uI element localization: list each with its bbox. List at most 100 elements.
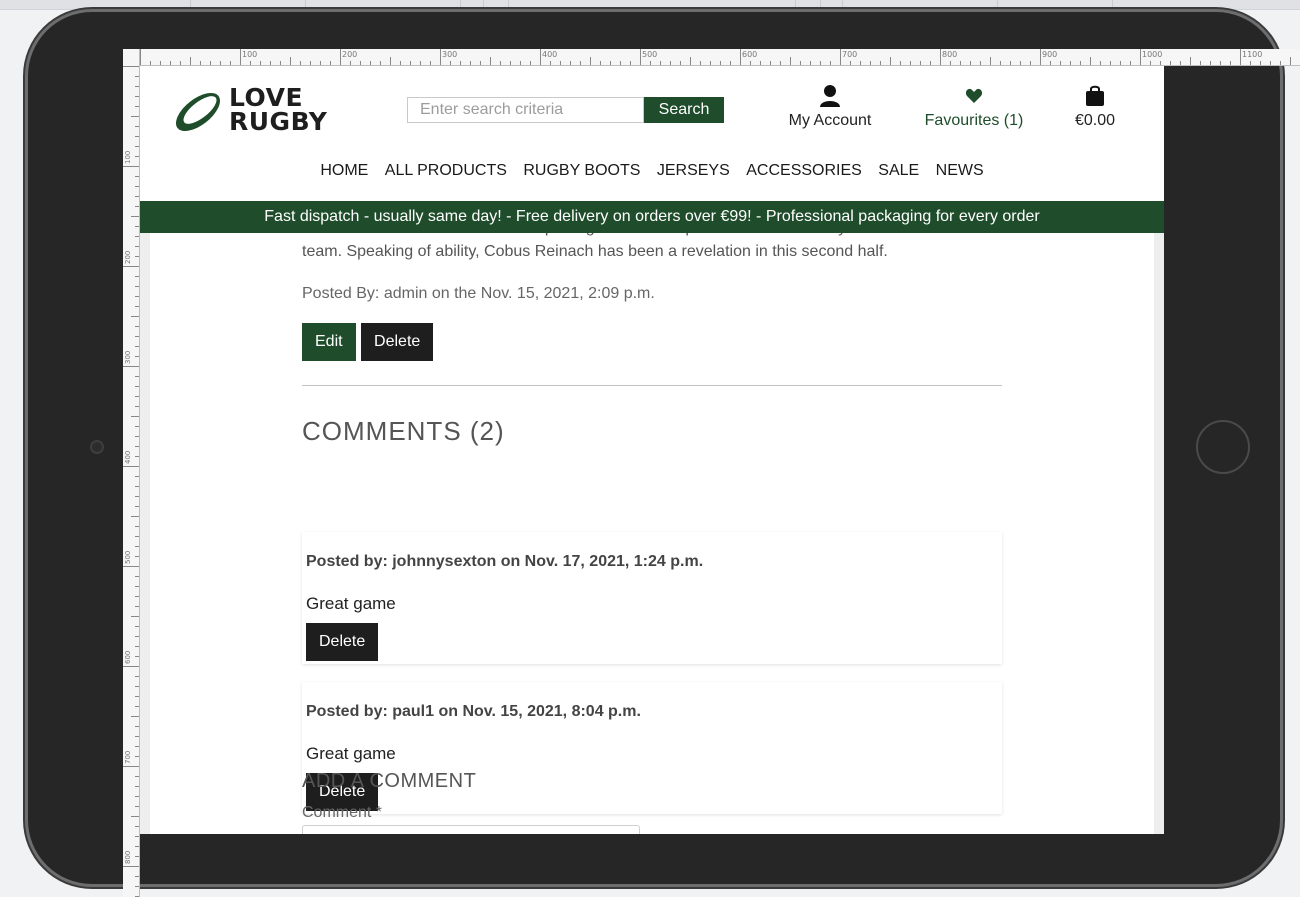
ruler-tick [990,57,991,65]
ruler-tick [135,76,139,77]
ruler-tick [135,106,139,107]
ruler-tick [123,366,139,367]
ruler-tick [135,396,139,397]
ruler-tick [310,61,311,65]
ruler-tick [135,206,139,207]
ruler-tick [131,816,139,817]
gutter-left [140,232,150,834]
ruler-tick [1290,57,1291,65]
ruler-tick [560,61,561,65]
ruler-tick [135,576,139,577]
ruler-tick [590,57,591,65]
heart-icon [918,84,1030,110]
ruler-tick [135,626,139,627]
search-input[interactable] [407,97,644,123]
ruler-tick [135,476,139,477]
ruler-tick [135,546,139,547]
ruler-tick [740,49,741,65]
ruler-tick [1200,61,1201,65]
ruler-tick [135,386,139,387]
ruler-tick [450,61,451,65]
ruler-tick [780,61,781,65]
comment-text: Great game [306,744,396,763]
comment-card: Posted by: johnnysexton on Nov. 17, 2021… [302,532,1002,664]
nav-item-news[interactable]: NEWS [936,162,984,179]
ruler-tick [930,61,931,65]
ruler-label: 200 [342,50,358,59]
delete-comment-button[interactable]: Delete [306,623,379,661]
comment-textarea[interactable] [302,825,640,834]
ruler-tick [135,436,139,437]
ruler-tick [131,516,139,517]
ruler-tick [320,61,321,65]
browser-toolbar-strip [0,0,1300,10]
ruler-tick [900,61,901,65]
ruler-tick [135,146,139,147]
ruler-tick [135,496,139,497]
ruler-tick [950,61,951,65]
ruler-label: 1000 [1142,50,1163,59]
ruler-tick [1020,61,1021,65]
post-body-line: team. Speaking of ability, Cobus Reinach… [302,243,888,260]
ruler-label: 600 [124,650,132,664]
ruler-tick [135,96,139,97]
ruler-tick [1100,61,1101,65]
nav-item-home[interactable]: HOME [320,162,368,179]
ruler-tick [790,57,791,65]
ruler-tick [131,716,139,717]
cart-link[interactable]: €0.00 [1060,84,1130,130]
ruler-tick [1260,61,1261,65]
ruler-tick [1160,61,1161,65]
delete-post-button[interactable]: Delete [361,323,434,361]
ruler-tick [870,61,871,65]
ruler-tick [530,61,531,65]
ruler-tick [135,406,139,407]
ruler-tick [135,196,139,197]
ruler-tick [131,216,139,217]
ruler-tick [280,61,281,65]
post-actions: Edit Delete [302,323,434,361]
ruler-tick [410,61,411,65]
edit-post-button[interactable]: Edit [302,323,356,361]
ruler-tick [750,61,751,65]
ruler-tick [340,49,341,65]
rugby-ball-icon [176,92,220,132]
ruler-tick [135,846,139,847]
nav-item-sale[interactable]: SALE [878,162,919,179]
ruler-tick [570,61,571,65]
ruler-tick [550,61,551,65]
ruler-tick [135,456,139,457]
ruler-tick [240,49,241,65]
ruler-label: 400 [542,50,558,59]
ruler-tick [350,61,351,65]
nav-item-accessories[interactable]: ACCESSORIES [746,162,862,179]
site-logo[interactable]: LOVE RUGBY [170,85,345,136]
ruler-label: 100 [242,50,258,59]
shopping-bag-icon [1060,84,1130,110]
home-button[interactable] [1196,420,1250,474]
user-icon [782,84,878,110]
ruler-label: 500 [124,550,132,564]
ruler-tick [490,57,491,65]
favourites-link[interactable]: Favourites (1) [918,84,1030,130]
post-meta: Posted By: admin on the Nov. 15, 2021, 2… [302,285,655,302]
search-button[interactable]: Search [644,97,724,123]
ruler-tick [135,876,139,877]
ruler-tick [1080,61,1081,65]
nav-item-all-products[interactable]: ALL PRODUCTS [385,162,507,179]
nav-item-rugby-boots[interactable]: RUGBY BOOTS [523,162,640,179]
ruler-tick [910,61,911,65]
ruler-tick [135,886,139,887]
ruler-label: 600 [742,50,758,59]
ruler-tick [135,526,139,527]
ruler-tick [800,61,801,65]
my-account-link[interactable]: My Account [782,84,878,130]
nav-item-jerseys[interactable]: JERSEYS [657,162,730,179]
ruler-tick [200,61,201,65]
ruler-label: 800 [124,850,132,864]
ruler-tick [135,706,139,707]
ruler-tick [135,826,139,827]
ruler-tick [135,156,139,157]
ruler-tick [135,376,139,377]
ruler-tick [131,616,139,617]
